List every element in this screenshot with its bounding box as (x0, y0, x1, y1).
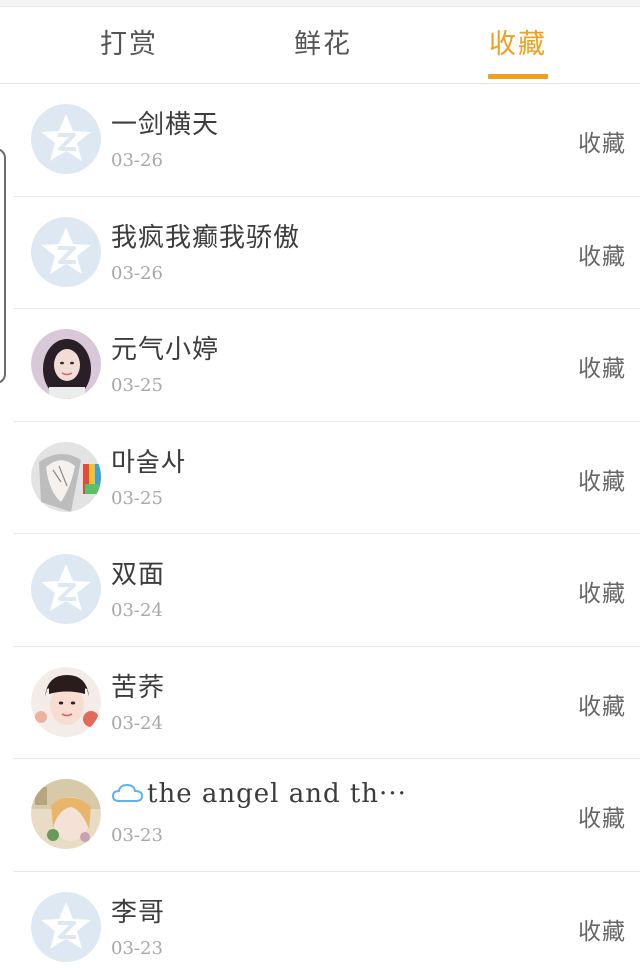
avatar[interactable] (31, 104, 101, 174)
user-name[interactable]: 마술사 (111, 442, 186, 479)
favorite-label: 收藏 (578, 356, 626, 382)
tab-favorites-label: 收藏 (489, 29, 547, 60)
list-item[interactable]: 一剑横天 03-26 收藏 (14, 84, 640, 197)
tab-flowers[interactable]: 鲜花 (253, 7, 393, 83)
list-item[interactable]: 我疯我癫我骄傲 03-26 收藏 (14, 197, 640, 309)
avatar[interactable] (31, 441, 101, 512)
avatar[interactable] (31, 329, 101, 399)
default-qzone-icon (31, 216, 101, 287)
tab-reward[interactable]: 打赏 (59, 7, 199, 83)
favorites-list: 一剑横天 03-26 收藏 我疯我癫我骄傲 03-26 收藏 元气小婷 03-2… (0, 84, 640, 974)
favorite-label: 收藏 (578, 131, 626, 157)
user-name-text: the angel and th··· (147, 779, 407, 809)
list-item[interactable]: 双面 03-24 收藏 (14, 534, 640, 647)
favorite-date: 03-23 (111, 825, 163, 846)
user-name[interactable]: 我疯我癫我骄傲 (111, 217, 300, 254)
list-item[interactable]: 마술사 03-25 收藏 (14, 422, 640, 534)
user-name[interactable]: 苦荞 (111, 667, 165, 704)
tab-reward-label: 打赏 (100, 29, 158, 60)
list-item[interactable]: 苦荞 03-24 收藏 (14, 647, 640, 759)
avatar[interactable] (31, 779, 101, 849)
tab-bar: 打赏 鲜花 收藏 (0, 7, 640, 84)
favorite-label: 收藏 (578, 243, 626, 270)
default-qzone-icon (31, 104, 101, 174)
user-photo (31, 441, 101, 512)
favorite-date: 03-25 (111, 375, 163, 396)
favorite-label: 收藏 (578, 468, 626, 495)
user-name[interactable]: 双面 (111, 554, 165, 591)
favorite-date: 03-23 (111, 937, 163, 959)
favorite-date: 03-26 (111, 150, 163, 171)
user-photo (31, 779, 101, 849)
favorite-label: 收藏 (578, 581, 626, 607)
user-name[interactable]: 一剑横天 (111, 104, 219, 141)
tab-flowers-label: 鲜花 (294, 29, 352, 60)
user-name[interactable]: the angel and th··· (111, 779, 407, 809)
favorite-date: 03-26 (111, 262, 163, 284)
active-tab-indicator (488, 74, 548, 79)
cloud-icon (111, 783, 144, 802)
favorite-label: 收藏 (578, 918, 626, 945)
user-name[interactable]: 李哥 (111, 892, 165, 929)
favorite-date: 03-24 (111, 712, 163, 734)
avatar[interactable] (31, 666, 101, 737)
user-photo (31, 329, 101, 399)
avatar[interactable] (31, 216, 101, 287)
avatar[interactable] (31, 891, 101, 962)
list-item[interactable]: the angel and th··· 03-23 收藏 (14, 759, 640, 872)
list-item[interactable]: 李哥 03-23 收藏 (14, 872, 640, 974)
top-strip (0, 0, 640, 7)
default-qzone-icon (31, 891, 101, 962)
default-qzone-icon (31, 554, 101, 624)
list-item[interactable]: 元气小婷 03-25 收藏 (14, 309, 640, 422)
user-photo (31, 666, 101, 737)
avatar[interactable] (31, 554, 101, 624)
favorite-date: 03-25 (111, 487, 163, 509)
user-name[interactable]: 元气小婷 (111, 329, 219, 366)
tab-favorites[interactable]: 收藏 (448, 7, 588, 83)
favorite-label: 收藏 (578, 693, 626, 720)
favorite-date: 03-24 (111, 600, 163, 621)
favorite-label: 收藏 (578, 806, 626, 832)
favorites-page: 打赏 鲜花 收藏 一剑横天 03-26 收藏 我疯我癫我骄傲 03-26 收藏 … (0, 0, 640, 974)
